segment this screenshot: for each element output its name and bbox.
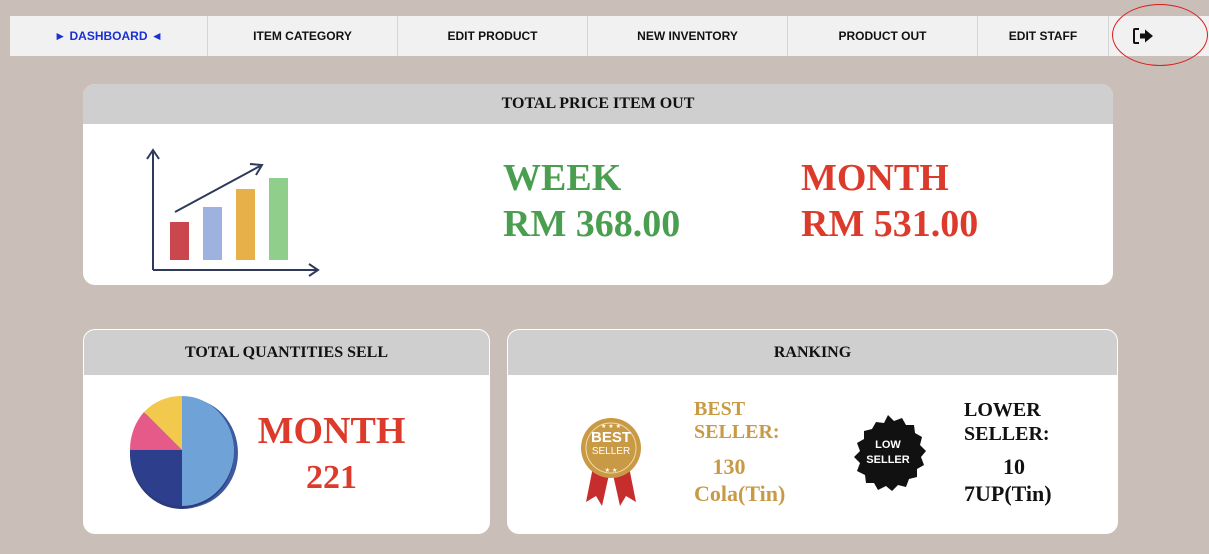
quantities-month-value: 221 [306, 459, 357, 496]
logout-button[interactable] [1109, 16, 1209, 56]
month-value: RM 531.00 [801, 203, 979, 245]
bar-chart-icon [146, 148, 320, 277]
quantities-month-label: MONTH [257, 410, 406, 452]
low-badge-text-1: LOW [875, 439, 901, 451]
low-seller-item: 7UP(Tin) [964, 481, 1052, 506]
total-price-header: TOTAL PRICE ITEM OUT [83, 84, 1113, 124]
best-seller-label: BEST SELLER: [694, 398, 780, 443]
best-badge-text-2: SELLER [591, 446, 631, 457]
best-seller-qty: 130 [712, 454, 746, 479]
nav-new-inventory[interactable]: NEW INVENTORY [588, 16, 788, 56]
nav-edit-product[interactable]: EDIT PRODUCT [398, 16, 588, 56]
ranking-header: RANKING [508, 330, 1117, 375]
low-badge-text-2: SELLER [866, 454, 910, 466]
top-navigation-bar: ► DASHBOARD ◄ ITEM CATEGORY EDIT PRODUCT… [10, 16, 1209, 56]
best-seller-badge-icon: ★ ★ ★ ★ ★ [581, 418, 641, 506]
svg-text:★ ★: ★ ★ [605, 467, 618, 474]
month-label: MONTH [801, 157, 949, 199]
week-label: WEEK [503, 157, 622, 199]
sign-out-icon[interactable] [1133, 28, 1155, 44]
best-seller-item: Cola(Tin) [694, 481, 786, 506]
week-value: RM 368.00 [503, 203, 681, 245]
total-quantities-header: TOTAL QUANTITIES SELL [84, 330, 489, 375]
ranking-card: RANKING ★ ★ ★ ★ ★ BEST SELLER BEST SELLE… [507, 329, 1118, 534]
nav-product-out[interactable]: PRODUCT OUT [788, 16, 978, 56]
nav-item-category[interactable]: ITEM CATEGORY [208, 16, 398, 56]
total-price-card: TOTAL PRICE ITEM OUT WEEK RM 368.00 MONT… [83, 84, 1113, 285]
low-seller-qty: 10 [1003, 454, 1025, 479]
low-seller-label: LOWER SELLER: [964, 399, 1050, 445]
nav-edit-staff[interactable]: EDIT STAFF [978, 16, 1109, 56]
pie-chart-icon [129, 395, 238, 509]
best-badge-text-1: BEST [590, 429, 631, 446]
total-quantities-card: TOTAL QUANTITIES SELL MONTH 221 [83, 329, 490, 534]
nav-dashboard[interactable]: ► DASHBOARD ◄ [10, 16, 208, 56]
